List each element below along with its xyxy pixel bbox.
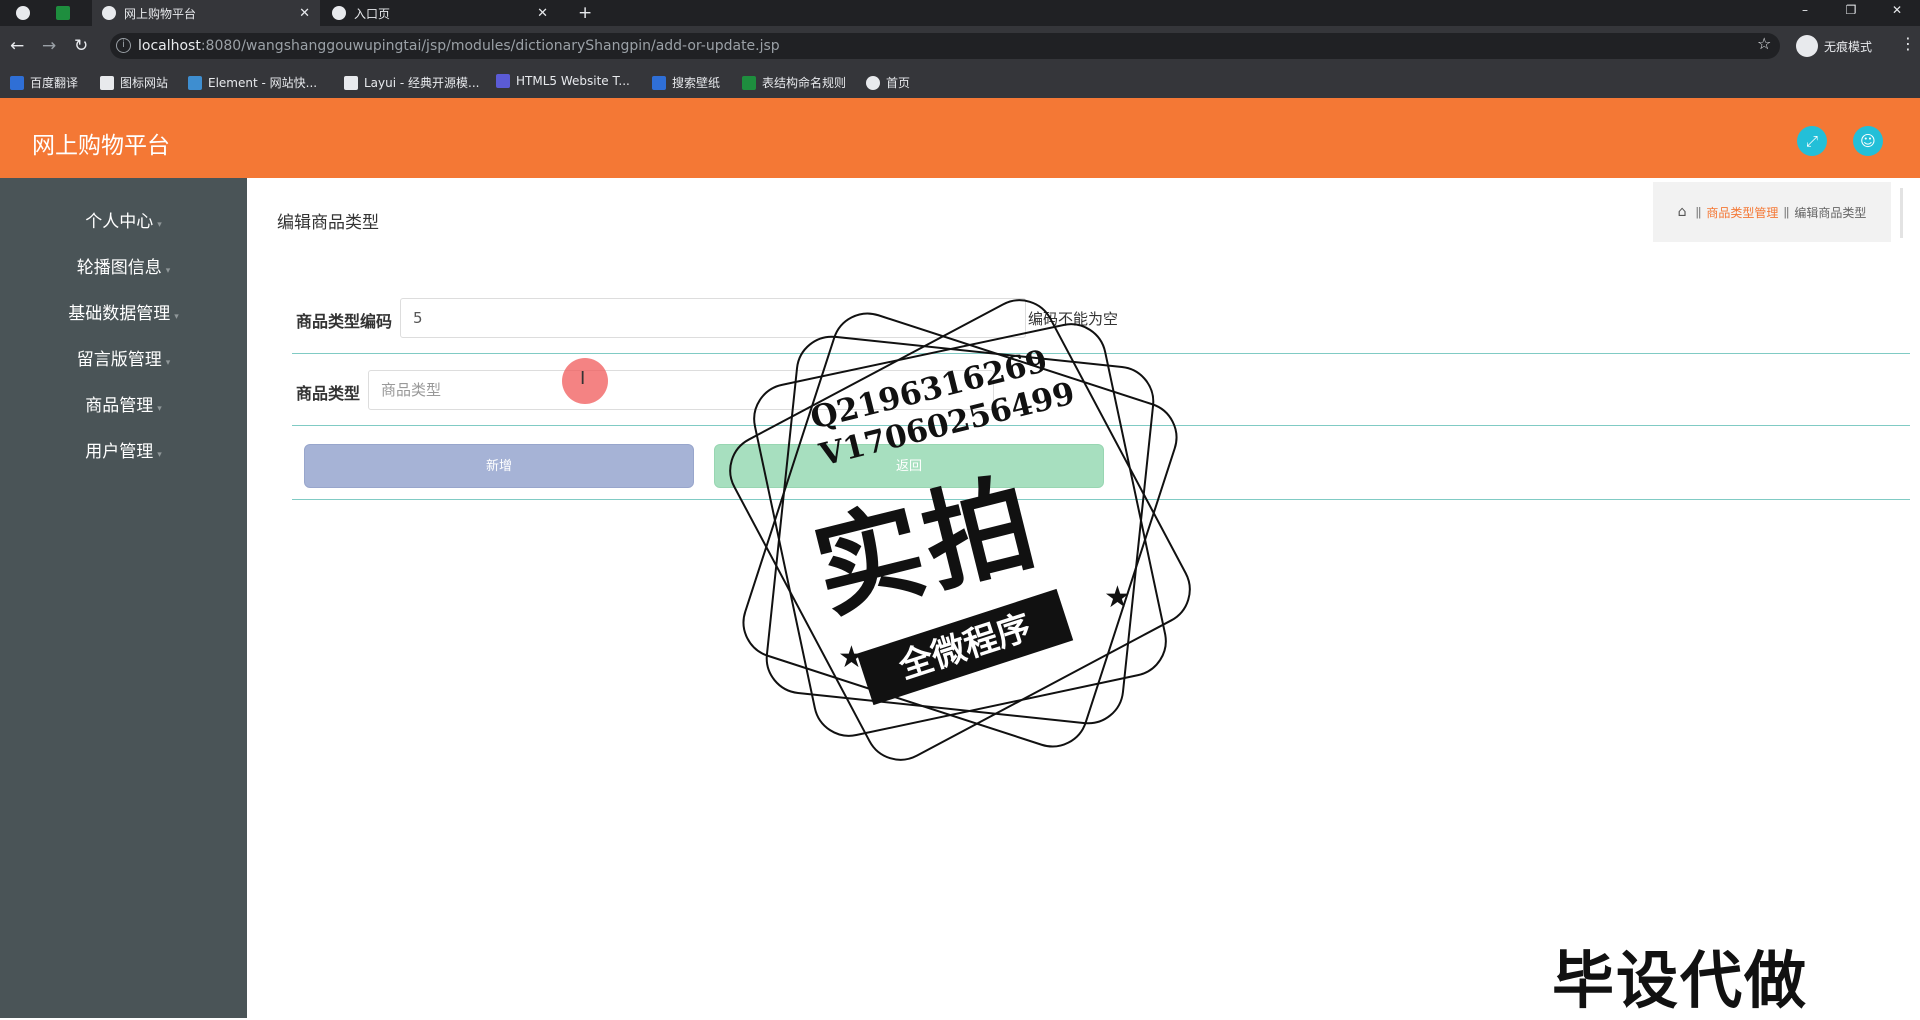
- forward-icon[interactable]: →: [42, 36, 56, 56]
- tab-label: 入口页: [354, 6, 391, 21]
- fullscreen-icon[interactable]: ⤢: [1797, 126, 1827, 156]
- close-icon[interactable]: ✕: [299, 6, 310, 21]
- stamp-overlay: Q2196316269 V17060256499 实拍 全微程序 ★ ★: [716, 286, 1204, 774]
- globe-icon: [866, 75, 880, 90]
- chevron-down-icon: ▾: [157, 450, 162, 460]
- breadcrumb-current: 编辑商品类型: [1794, 205, 1867, 220]
- translate-icon: [10, 75, 24, 90]
- wallpaper-icon: [652, 75, 666, 90]
- incognito-label: 无痕模式: [1824, 39, 1873, 54]
- window-controls: – ❐ ✕: [1782, 0, 1920, 26]
- globe-icon: [102, 6, 116, 20]
- restore-button[interactable]: ❐: [1828, 0, 1874, 26]
- chevron-down-icon: ▾: [174, 312, 179, 322]
- tab-label: 网上购物平台: [124, 6, 197, 21]
- tab-shopping-platform[interactable]: 网上购物平台 ✕: [92, 0, 320, 26]
- type-label: 商品类型: [296, 384, 361, 403]
- breadcrumb: ⌂ ǁ 商品类型管理 ǁ 编辑商品类型: [1653, 182, 1891, 242]
- bookmark-label: 搜索壁纸: [672, 76, 721, 90]
- sidebar-item-products[interactable]: 商品管理 ▾: [0, 386, 247, 426]
- chevron-down-icon: ▾: [165, 266, 171, 276]
- tab-pinned-2[interactable]: [46, 0, 90, 26]
- sidebar-item-label: 基础数据管理: [68, 304, 171, 324]
- reload-icon[interactable]: ↻: [74, 36, 88, 56]
- flag-icon: [100, 75, 114, 90]
- app-title: 网上购物平台: [32, 133, 170, 159]
- star-icon: ★: [1104, 580, 1131, 615]
- bookmark-item[interactable]: Layui - 经典开源模...: [344, 74, 479, 91]
- bookmark-label: 百度翻译: [30, 76, 79, 90]
- new-tab-button[interactable]: +: [568, 0, 598, 26]
- bookmark-label: 图标网站: [120, 76, 169, 90]
- bookmark-label: 首页: [886, 76, 911, 90]
- breadcrumb-separator: ǁ: [1783, 205, 1790, 219]
- sidebar-item-label: 轮播图信息: [76, 258, 162, 278]
- bookmark-label: HTML5 Website T...: [516, 74, 630, 88]
- bookmark-item[interactable]: 表结构命名规则: [742, 74, 846, 91]
- tab-entry-page[interactable]: 入口页 ✕: [322, 0, 558, 26]
- sidebar-item-users[interactable]: 用户管理 ▾: [0, 432, 247, 472]
- sheet-icon: [742, 75, 756, 90]
- browser-tab-bar: 网上购物平台 ✕ 入口页 ✕ + – ❐ ✕: [0, 0, 1920, 26]
- text-cursor-icon: I: [580, 368, 586, 389]
- sheet-icon: [56, 6, 70, 20]
- app-header: 网上购物平台 ⤢ ☺: [0, 98, 1920, 178]
- site-info-icon[interactable]: i: [116, 38, 131, 53]
- bookmark-star-icon[interactable]: ☆: [1757, 34, 1771, 53]
- watermark-text: 毕设代做: [1552, 944, 1809, 1017]
- url-field[interactable]: i localhost:8080/wangshanggouwupingtai/j…: [110, 33, 1780, 59]
- sidebar-item-label: 个人中心: [85, 212, 154, 232]
- sidebar-item-label: 用户管理: [85, 442, 154, 462]
- user-icon[interactable]: ☺: [1853, 126, 1883, 156]
- chevron-down-icon: ▾: [165, 358, 171, 368]
- incognito-icon: [1796, 35, 1818, 57]
- incognito-indicator[interactable]: 无痕模式: [1796, 33, 1872, 59]
- url-host: localhost: [138, 38, 201, 54]
- element-icon: [188, 75, 202, 90]
- chevron-down-icon: ▾: [157, 220, 162, 230]
- cursor-highlight: I: [562, 358, 608, 404]
- tab-pinned-1[interactable]: [6, 0, 42, 26]
- sidebar-item-label: 商品管理: [85, 396, 154, 416]
- address-bar-row: ← → ↻ i localhost:8080/wangshanggouwupin…: [0, 26, 1920, 66]
- bookmark-label: 表结构命名规则: [762, 76, 847, 90]
- home-icon[interactable]: ⌂: [1678, 204, 1687, 220]
- sidebar-item-label: 留言版管理: [76, 350, 162, 370]
- close-window-button[interactable]: ✕: [1874, 0, 1920, 26]
- add-button[interactable]: 新增: [304, 444, 694, 488]
- sidebar-item-carousel[interactable]: 轮播图信息 ▾: [0, 248, 247, 288]
- layui-icon: [344, 75, 358, 90]
- breadcrumb-parent-link[interactable]: 商品类型管理: [1706, 204, 1778, 221]
- bookmark-item[interactable]: 首页: [866, 74, 910, 91]
- breadcrumb-edge: [1900, 188, 1903, 238]
- bookmark-item[interactable]: HTML5 Website T...: [496, 74, 630, 88]
- globe-icon: [332, 6, 346, 20]
- breadcrumb-separator: ǁ: [1695, 205, 1702, 219]
- sidebar-item-basic-data[interactable]: 基础数据管理 ▾: [0, 294, 247, 334]
- sidebar-item-personal-center[interactable]: 个人中心 ▾: [0, 202, 247, 242]
- minimize-button[interactable]: –: [1782, 0, 1828, 26]
- globe-icon: [16, 6, 30, 20]
- sidebar-item-messages[interactable]: 留言版管理 ▾: [0, 340, 247, 380]
- bookmark-label: Layui - 经典开源模...: [364, 76, 480, 90]
- page-title: 编辑商品类型: [277, 213, 379, 233]
- code-label: 商品类型编码: [296, 312, 393, 331]
- url-path: :8080/wangshanggouwupingtai/jsp/modules/…: [200, 38, 780, 54]
- bookmark-item[interactable]: 搜索壁纸: [652, 74, 720, 91]
- star-icon: ★: [838, 640, 865, 675]
- menu-icon[interactable]: ⋮: [1900, 34, 1916, 53]
- bookmark-label: Element - 网站快...: [208, 76, 318, 90]
- close-icon[interactable]: ✕: [537, 6, 548, 21]
- bookmarks-bar: 百度翻译 图标网站 Element - 网站快... Layui - 经典开源模…: [0, 66, 1920, 98]
- html5-icon: [496, 74, 510, 88]
- bookmark-item[interactable]: Element - 网站快...: [188, 74, 317, 91]
- bookmark-item[interactable]: 百度翻译: [10, 74, 78, 91]
- chevron-down-icon: ▾: [157, 404, 162, 414]
- bookmark-item[interactable]: 图标网站: [100, 74, 168, 91]
- sidebar: 个人中心 ▾ 轮播图信息 ▾ 基础数据管理 ▾ 留言版管理 ▾ 商品管理 ▾ 用户管理 ▾: [0, 178, 247, 1018]
- back-icon[interactable]: ←: [10, 36, 24, 56]
